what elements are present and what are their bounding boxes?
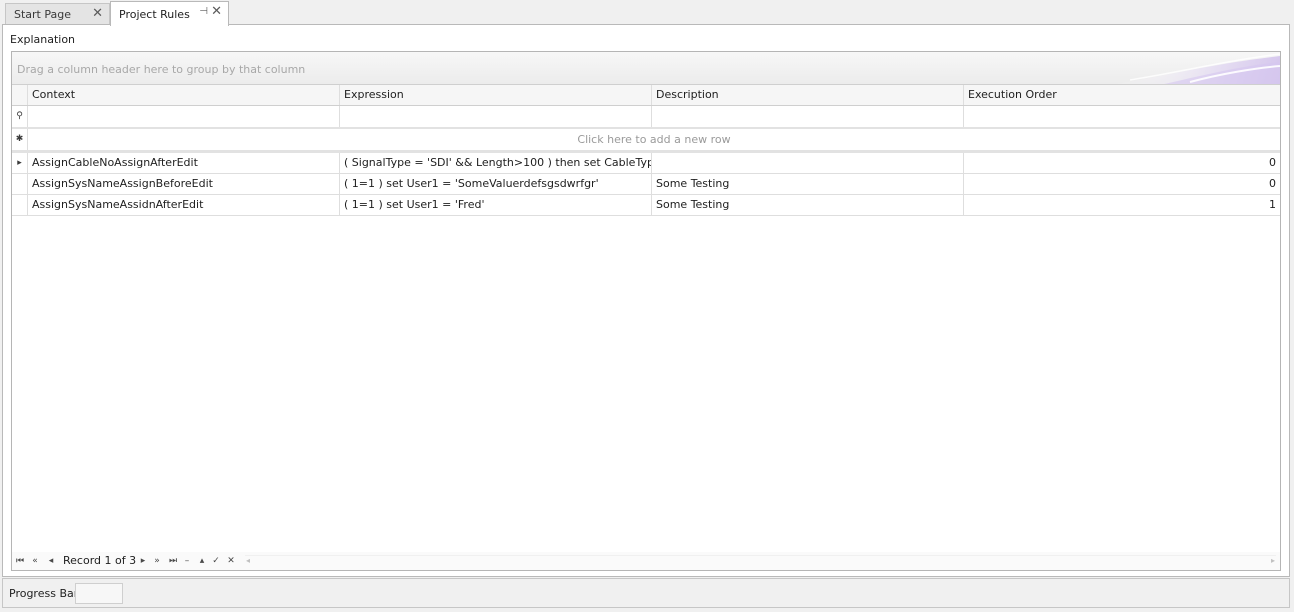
column-header-description[interactable]: Description bbox=[652, 85, 964, 105]
auto-filter-row: ⚲ bbox=[12, 106, 1280, 128]
cell-context[interactable]: AssignSysNameAssidnAfterEdit bbox=[28, 195, 340, 215]
new-item-row[interactable]: ✱ Click here to add a new row bbox=[12, 129, 1280, 151]
progress-bar bbox=[75, 583, 123, 604]
edit-record-icon[interactable]: ▴ bbox=[197, 554, 207, 568]
tab-start-page-label: Start Page bbox=[14, 8, 71, 21]
data-navigator: ⏮ « ◂ Record 1 of 3 ▸ » ⏭ – ▴ ✓ ✕ ◂ ▸ bbox=[12, 552, 1280, 570]
filter-description-input[interactable] bbox=[652, 106, 964, 127]
status-bar: Progress Bar bbox=[2, 578, 1290, 608]
close-icon[interactable]: ✕ bbox=[92, 7, 103, 21]
remove-record-icon[interactable]: – bbox=[182, 554, 192, 568]
pin-icon[interactable]: ⊣ bbox=[199, 5, 208, 19]
close-icon[interactable]: ✕ bbox=[211, 5, 222, 19]
decorative-swirl bbox=[1116, 53, 1280, 84]
tab-project-rules-label: Project Rules bbox=[119, 7, 190, 21]
cell-expression[interactable]: ( 1=1 ) set User1 = 'SomeValuerdefsgsdwr… bbox=[340, 174, 652, 194]
end-edit-icon[interactable]: ✓ bbox=[211, 554, 221, 568]
cancel-edit-icon[interactable]: ✕ bbox=[226, 554, 236, 568]
column-header-row: Context Expression Description Execution… bbox=[12, 85, 1280, 106]
new-row-hint[interactable]: Click here to add a new row bbox=[28, 129, 1280, 150]
next-record-icon[interactable]: ▸ bbox=[138, 554, 148, 568]
row-indicator-cell bbox=[12, 174, 28, 194]
cell-context[interactable]: AssignSysNameAssignBeforeEdit bbox=[28, 174, 340, 194]
cell-expression[interactable]: ( 1=1 ) set User1 = 'Fred' bbox=[340, 195, 652, 215]
tab-project-rules[interactable]: Project Rules ⊣ ✕ bbox=[110, 1, 229, 26]
cell-context[interactable]: AssignCableNoAssignAfterEdit bbox=[28, 153, 340, 173]
tab-start-page[interactable]: Start Page ✕ bbox=[5, 3, 110, 25]
filter-expression-input[interactable] bbox=[340, 106, 652, 127]
column-header-execution-order[interactable]: Execution Order bbox=[964, 85, 1280, 105]
filter-context-input[interactable] bbox=[28, 106, 340, 127]
horizontal-scrollbar[interactable]: ◂ ▸ bbox=[245, 555, 1276, 567]
table-row[interactable]: AssignSysNameAssidnAfterEdit ( 1=1 ) set… bbox=[12, 195, 1280, 216]
next-page-icon[interactable]: » bbox=[152, 554, 162, 568]
document-tab-strip: Start Page ✕ Project Rules ⊣ ✕ bbox=[0, 0, 1294, 26]
last-record-icon[interactable]: ⏭ bbox=[168, 554, 178, 568]
focused-row-indicator-icon: ▸ bbox=[12, 153, 28, 173]
row-indicator-cell bbox=[12, 195, 28, 215]
group-by-hint: Drag a column header here to group by th… bbox=[17, 63, 306, 76]
cell-execution-order[interactable]: 0 bbox=[964, 153, 1280, 173]
column-header-expression[interactable]: Expression bbox=[340, 85, 652, 105]
cell-execution-order[interactable]: 0 bbox=[964, 174, 1280, 194]
table-row[interactable]: AssignSysNameAssignBeforeEdit ( 1=1 ) se… bbox=[12, 174, 1280, 195]
header-indicator-cell bbox=[12, 85, 28, 105]
progress-bar-label: Progress Bar bbox=[9, 587, 79, 600]
filter-execution-order-input[interactable] bbox=[964, 106, 1280, 127]
column-header-context[interactable]: Context bbox=[28, 85, 340, 105]
cell-description[interactable]: Some Testing bbox=[652, 195, 964, 215]
previous-page-icon[interactable]: « bbox=[30, 554, 40, 568]
filter-icon: ⚲ bbox=[12, 106, 28, 127]
previous-record-icon[interactable]: ◂ bbox=[46, 554, 56, 568]
project-rules-panel: Explanation Drag a column header here to… bbox=[2, 24, 1290, 577]
record-position-text: Record 1 of 3 bbox=[63, 554, 137, 567]
table-row[interactable]: ▸ AssignCableNoAssignAfterEdit ( SignalT… bbox=[12, 153, 1280, 174]
group-by-panel[interactable]: Drag a column header here to group by th… bbox=[12, 52, 1280, 85]
cell-description[interactable]: Some Testing bbox=[652, 174, 964, 194]
cell-description[interactable] bbox=[652, 153, 964, 173]
panel-title: Explanation bbox=[10, 33, 76, 46]
scroll-right-icon[interactable]: ▸ bbox=[1271, 555, 1275, 567]
rules-grid: Drag a column header here to group by th… bbox=[11, 51, 1281, 571]
cell-expression[interactable]: ( SignalType = 'SDI' && Length>100 ) the… bbox=[340, 153, 652, 173]
new-row-icon: ✱ bbox=[12, 129, 28, 150]
cell-execution-order[interactable]: 1 bbox=[964, 195, 1280, 215]
first-record-icon[interactable]: ⏮ bbox=[15, 554, 25, 568]
scroll-left-icon[interactable]: ◂ bbox=[246, 555, 250, 567]
